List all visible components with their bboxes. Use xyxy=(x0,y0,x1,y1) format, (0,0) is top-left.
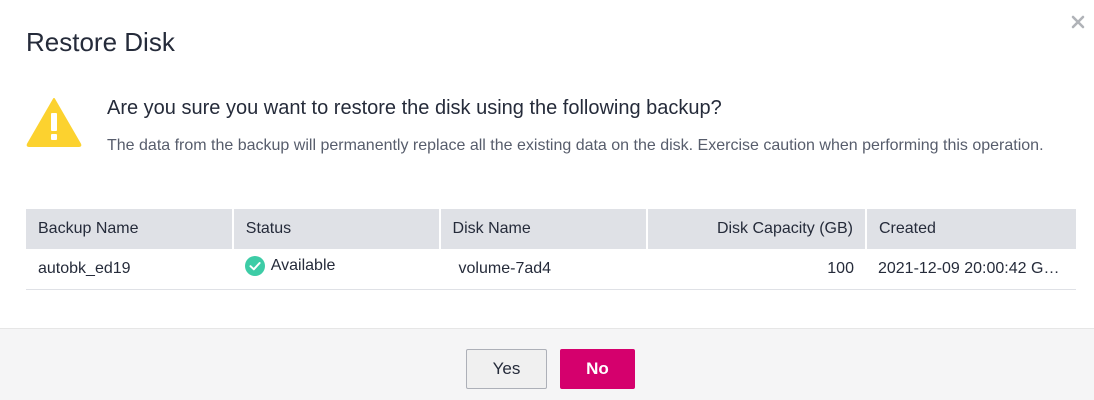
dialog-footer: Yes No xyxy=(0,328,1094,400)
cell-disk-name: volume-7ad4 xyxy=(439,249,648,290)
check-circle-icon xyxy=(244,256,265,277)
column-header-created: Created xyxy=(865,209,1076,249)
column-header-backup-name: Backup Name xyxy=(26,209,234,249)
table-header-row: Backup Name Status Disk Name Disk Capaci… xyxy=(26,209,1076,249)
no-button[interactable]: No xyxy=(560,349,635,389)
dialog-title: Restore Disk xyxy=(26,27,175,57)
cell-disk-capacity: 100 xyxy=(647,249,866,290)
warning-triangle-icon xyxy=(25,96,83,148)
yes-button[interactable]: Yes xyxy=(466,349,547,389)
column-header-disk-capacity: Disk Capacity (GB) xyxy=(647,209,867,249)
restore-disk-dialog: Restore Disk Are you sure you want to re… xyxy=(0,0,1094,400)
cell-created: 2021-12-09 20:00:42 GMT+08:00 xyxy=(865,249,1076,290)
status-label: Available xyxy=(270,257,336,275)
column-header-disk-name: Disk Name xyxy=(439,209,649,249)
table-row: autobk_ed19 Available volume-7ad4 100 20… xyxy=(26,249,1076,290)
confirmation-detail: The data from the backup will permanentl… xyxy=(107,137,1044,154)
column-header-status: Status xyxy=(232,209,441,249)
backup-table: Backup Name Status Disk Name Disk Capaci… xyxy=(26,209,1076,290)
close-icon[interactable] xyxy=(1068,12,1088,32)
cell-status: Available xyxy=(232,249,440,290)
cell-backup-name: autobk_ed19 xyxy=(26,249,233,290)
confirmation-question: Are you sure you want to restore the dis… xyxy=(107,97,722,119)
